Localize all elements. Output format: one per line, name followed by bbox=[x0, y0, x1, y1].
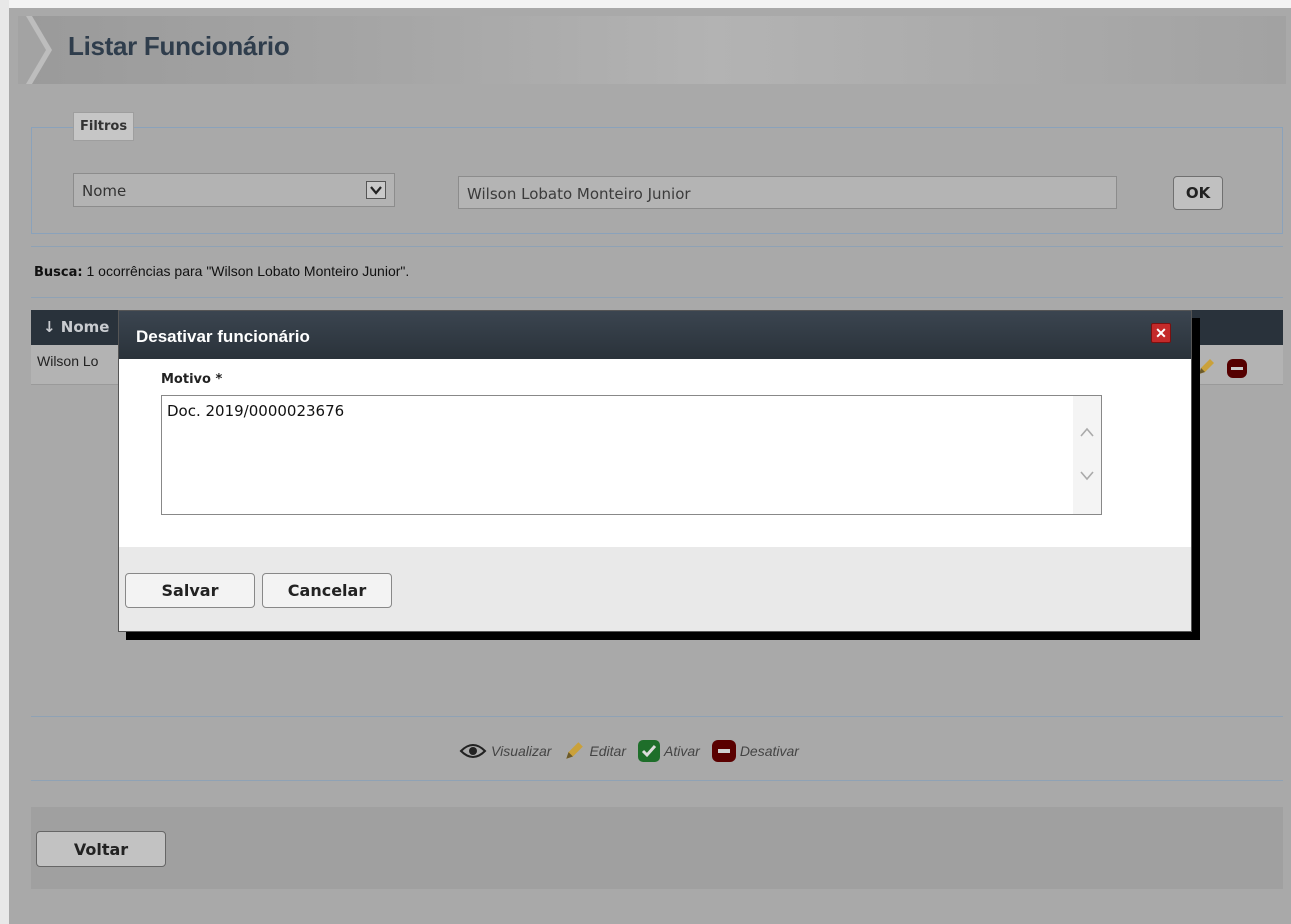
column-header-nome[interactable]: ↓ Nome bbox=[43, 318, 109, 336]
scroll-down-icon[interactable] bbox=[1079, 470, 1095, 482]
ok-button[interactable]: OK bbox=[1173, 176, 1223, 210]
save-button[interactable]: Salvar bbox=[125, 573, 255, 608]
search-input-value: Wilson Lobato Monteiro Junior bbox=[467, 185, 691, 203]
legend-item-editar: Editar bbox=[563, 740, 626, 762]
cancel-button[interactable]: Cancelar bbox=[262, 573, 392, 608]
deactivate-dialog: Desativar funcionário ✕ Motivo * Doc. 20… bbox=[118, 310, 1192, 632]
search-input[interactable]: Wilson Lobato Monteiro Junior bbox=[458, 176, 1117, 209]
legend-label: Desativar bbox=[739, 743, 799, 759]
dialog-titlebar[interactable]: Desativar funcionário ✕ bbox=[119, 311, 1191, 359]
filters-legend: Filtros bbox=[73, 112, 135, 141]
textarea-scrollbar[interactable] bbox=[1073, 396, 1101, 514]
divider bbox=[31, 780, 1283, 781]
footer-bar bbox=[31, 807, 1283, 889]
filter-field-value: Nome bbox=[82, 182, 127, 200]
minus-icon bbox=[711, 740, 736, 762]
page-header: Listar Funcionário bbox=[18, 16, 1286, 84]
legend-item-desativar: Desativar bbox=[711, 740, 799, 762]
divider bbox=[31, 297, 1283, 298]
search-result-summary: 1 ocorrências para "Wilson Lobato Montei… bbox=[86, 263, 410, 279]
divider bbox=[31, 716, 1283, 717]
legend-item-ativar: Ativar bbox=[638, 740, 700, 762]
search-result-text: Busca: 1 ocorrências para "Wilson Lobato… bbox=[34, 263, 409, 280]
eye-icon bbox=[459, 744, 487, 758]
top-strip bbox=[0, 0, 1291, 8]
motivo-label: Motivo * bbox=[161, 372, 223, 387]
motivo-textarea[interactable]: Doc. 2019/0000023676 bbox=[161, 395, 1102, 515]
dialog-title: Desativar funcionário bbox=[136, 327, 310, 346]
search-result-label: Busca: bbox=[34, 265, 83, 280]
check-icon bbox=[638, 740, 661, 762]
legend-item-visualizar: Visualizar bbox=[459, 742, 551, 760]
pencil-icon bbox=[566, 742, 584, 759]
cell-nome: Wilson Lo bbox=[37, 353, 99, 369]
close-icon[interactable]: ✕ bbox=[1151, 323, 1171, 343]
chevron-down-icon[interactable] bbox=[366, 181, 386, 199]
scroll-up-icon[interactable] bbox=[1079, 426, 1095, 438]
legend-label: Visualizar bbox=[491, 743, 552, 759]
divider bbox=[31, 246, 1283, 247]
page-title: Listar Funcionário bbox=[68, 31, 290, 61]
motivo-value: Doc. 2019/0000023676 bbox=[167, 402, 345, 420]
filter-field-select[interactable]: Nome bbox=[73, 173, 395, 207]
left-strip bbox=[0, 0, 9, 924]
legend-label: Ativar bbox=[664, 743, 700, 759]
back-button[interactable]: Voltar bbox=[36, 831, 166, 867]
header-chevron-icon bbox=[18, 16, 52, 84]
deactivate-icon[interactable] bbox=[1227, 359, 1247, 378]
actions-legend: Visualizar Editar Ativar Desativar bbox=[459, 738, 811, 764]
legend-label: Editar bbox=[589, 743, 627, 759]
